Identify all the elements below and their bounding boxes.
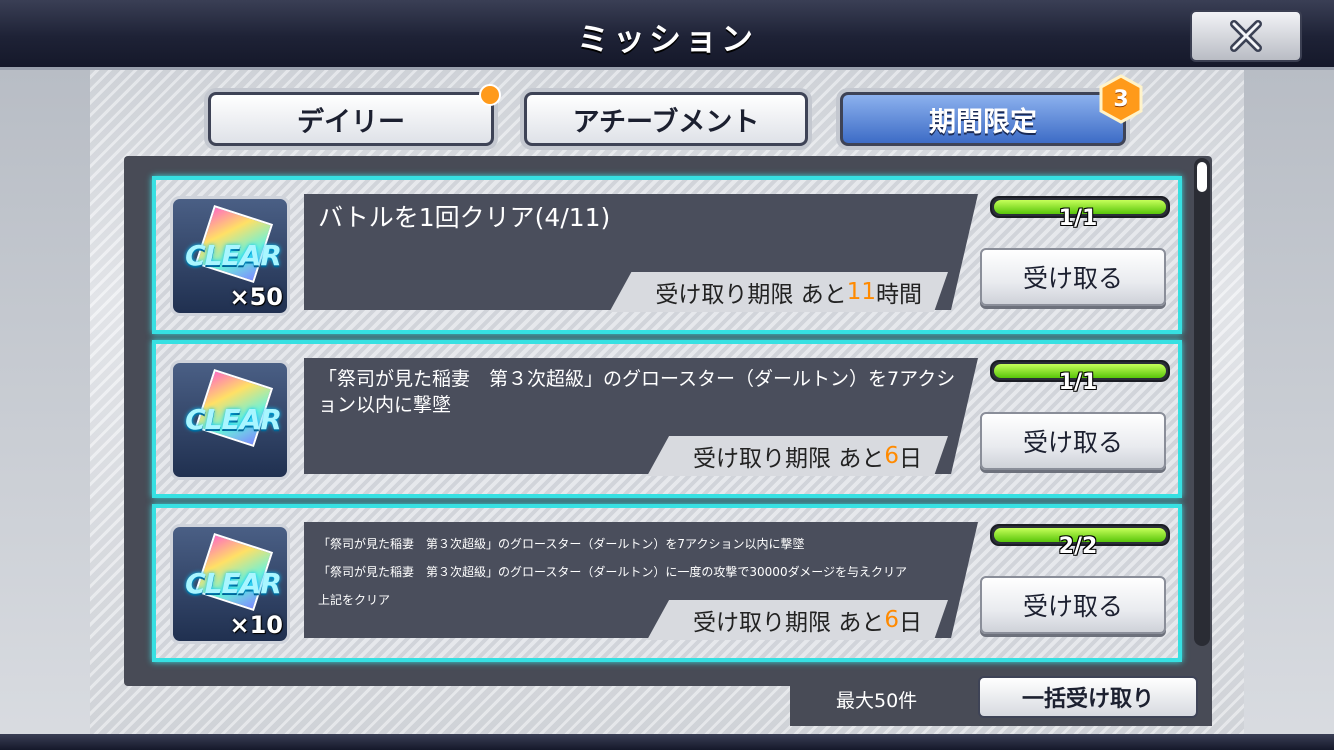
- progress-text: 2/2: [1058, 534, 1098, 559]
- reward-item: CLEAR: [170, 360, 290, 480]
- mission-description: バトルを1回クリア(4/11): [318, 203, 611, 232]
- max-count-label: 最大50件: [836, 690, 918, 712]
- tab-limited[interactable]: 期間限定: [840, 92, 1126, 146]
- reward-item: CLEAR ×50: [170, 196, 290, 316]
- mission-row: CLEAR ×10 「祭司が見た稲妻 第３次超級」のグロースター（ダールトン）を…: [152, 504, 1182, 662]
- deadline-prefix: 受け取り期限 あと: [693, 446, 885, 472]
- background-left-panel: [0, 70, 90, 750]
- reward-quantity: ×50: [229, 283, 283, 311]
- background-right-panel: [1244, 70, 1334, 750]
- progress-text: 1/1: [1058, 206, 1098, 231]
- deadline-value: 6: [884, 607, 899, 633]
- scrollbar[interactable]: [1194, 158, 1210, 646]
- deadline-value: 11: [846, 279, 876, 305]
- claim-button[interactable]: 受け取る: [980, 412, 1166, 470]
- reward-item: CLEAR ×10: [170, 524, 290, 644]
- tab-daily-label: デイリー: [297, 106, 405, 138]
- reward-label: CLEAR: [185, 567, 282, 600]
- deadline-unit: 日: [899, 446, 922, 472]
- reward-quantity: ×10: [229, 611, 283, 639]
- tab-limited-label: 期間限定: [929, 106, 1037, 138]
- claim-button[interactable]: 受け取る: [980, 576, 1166, 634]
- deadline-label: 受け取り期限 あと 6 日: [647, 436, 948, 476]
- deadline-unit: 時間: [876, 282, 922, 308]
- claim-button[interactable]: 受け取る: [980, 248, 1166, 306]
- deadline-label: 受け取り期限 あと 6 日: [647, 600, 948, 640]
- bottom-bar: [0, 734, 1334, 750]
- close-icon: [1230, 20, 1262, 52]
- mission-row: CLEAR ×50 バトルを1回クリア(4/11) 受け取り期限 あと 11 時間 …: [152, 176, 1182, 334]
- mission-description-line: 「祭司が見た稲妻 第３次超級」のグロースター（ダールトン）を7アクション以内に撃…: [318, 537, 805, 551]
- reward-label: CLEAR: [185, 239, 282, 272]
- scrollbar-thumb[interactable]: [1197, 162, 1207, 192]
- page-title: ミッション: [576, 20, 757, 58]
- bulk-claim-button[interactable]: 一括受け取り: [978, 676, 1198, 718]
- notification-dot: [479, 84, 501, 106]
- deadline-value: 6: [884, 443, 899, 469]
- deadline-label: 受け取り期限 あと 11 時間: [609, 272, 948, 312]
- deadline-prefix: 受け取り期限 あと: [655, 282, 847, 308]
- badge-count: 3: [1113, 86, 1129, 112]
- tab-achievement[interactable]: アチーブメント: [524, 92, 808, 146]
- mission-description-line: 「祭司が見た稲妻 第３次超級」のグロースター（ダールトン）に一度の攻撃で3000…: [318, 565, 907, 579]
- mission-row: CLEAR 「祭司が見た稲妻 第３次超級」のグロースター（ダールトン）を7アクシ…: [152, 340, 1182, 498]
- tab-achievement-label: アチーブメント: [572, 106, 760, 138]
- reward-label: CLEAR: [185, 403, 282, 436]
- title-bar: ミッション: [0, 0, 1334, 70]
- deadline-prefix: 受け取り期限 あと: [693, 610, 885, 636]
- close-button[interactable]: [1190, 10, 1302, 62]
- tab-daily[interactable]: デイリー: [208, 92, 494, 146]
- progress-text: 1/1: [1058, 370, 1098, 395]
- tab-limited-badge: 3: [1098, 74, 1144, 124]
- deadline-unit: 日: [899, 610, 922, 636]
- mission-description: 「祭司が見た稲妻 第３次超級」のグロースター（ダールトン）を7アクション以内に撃…: [318, 368, 956, 416]
